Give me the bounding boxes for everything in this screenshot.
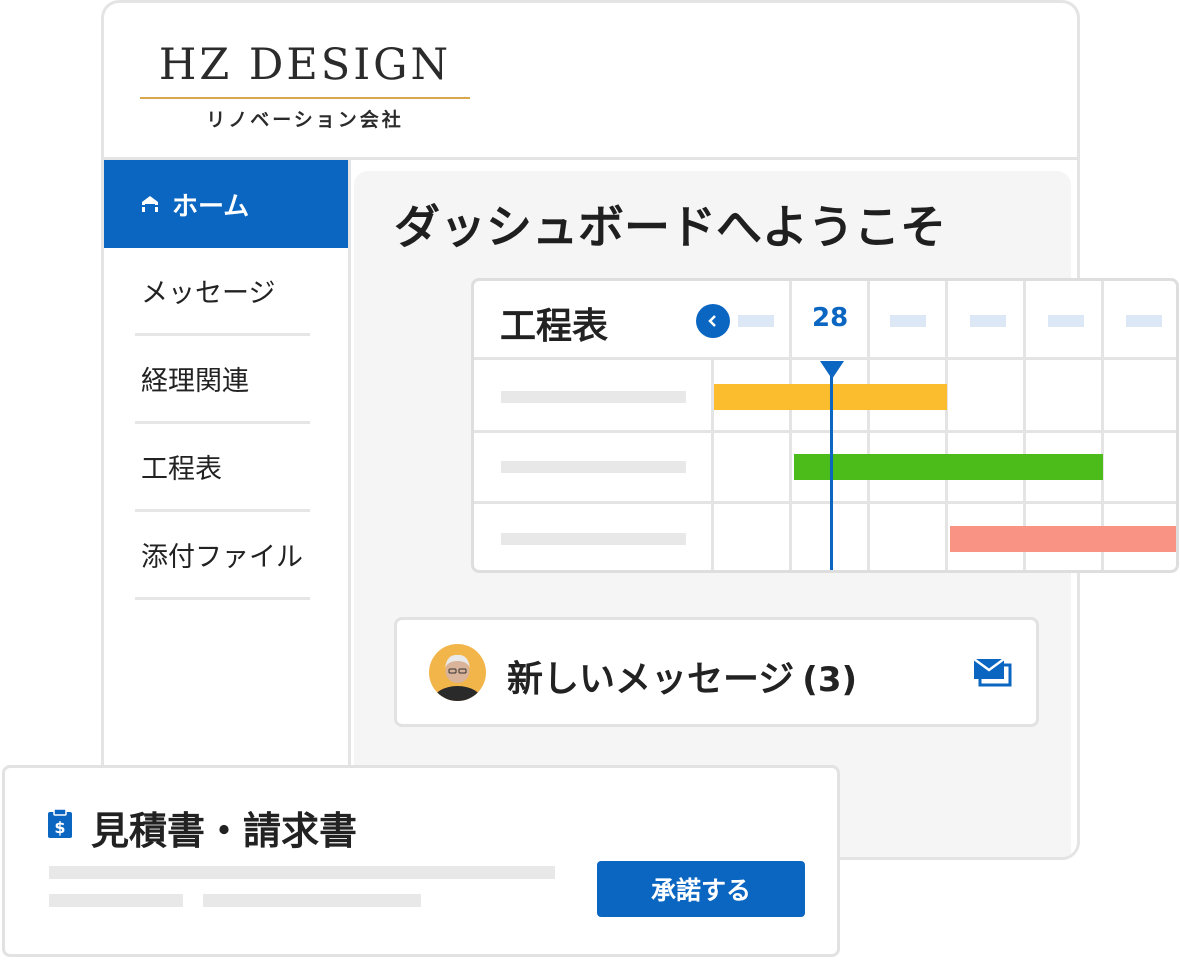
sidebar: ホーム メッセージ 経理関連 工程表 添付ファイル [104,160,351,857]
brand-logo[interactable]: HZ DESIGN リノベーション会社 [140,39,470,132]
today-marker-line [830,371,833,570]
brand-subtitle: リノベーション会社 [206,109,404,131]
date-placeholder [970,315,1006,327]
home-icon [142,196,158,212]
task-name-placeholder [501,461,686,473]
sidebar-item-accounting[interactable]: 経理関連 [135,336,310,424]
current-date: 28 [812,303,849,333]
estimate-title: 見積書・請求書 [91,809,358,853]
new-messages-label: 新しいメッセージ (3) [507,659,858,700]
sidebar-item-schedule[interactable]: 工程表 [135,424,310,512]
schedule-column-divider [867,281,870,570]
schedule-title: 工程表 [500,306,609,347]
date-placeholder [1048,315,1084,327]
schedule-header-divider [474,357,1176,360]
sidebar-item-messages[interactable]: メッセージ [135,248,310,336]
schedule-column-divider [789,281,792,570]
date-placeholder [890,315,926,327]
page-title: ダッシュボードへようこそ [394,200,946,254]
new-messages-card[interactable]: 新しいメッセージ (3) [394,617,1039,727]
schedule-card: 工程表 28 [471,278,1179,573]
brand-name: HZ DESIGN [158,40,452,90]
task-name-placeholder [501,533,686,545]
date-placeholder [1126,315,1162,327]
task-bar[interactable] [950,526,1176,552]
schedule-row-divider [474,501,1176,504]
task-bar[interactable] [794,454,1103,480]
avatar [429,644,486,701]
schedule-row-divider [474,430,1176,433]
sidebar-item-attachments[interactable]: 添付ファイル [135,512,310,600]
schedule-column-divider [945,281,948,570]
text-placeholder [49,894,183,907]
today-marker-icon [820,361,844,379]
invoice-icon: $ [48,808,72,838]
date-placeholder [738,315,774,327]
task-name-placeholder [501,391,686,403]
message-count: (3) [802,660,858,700]
text-placeholder [49,866,555,879]
approve-button[interactable]: 承諾する [597,861,805,917]
sidebar-item-label: ホーム [172,191,250,222]
brand-divider [140,97,470,99]
estimate-invoice-card: $ 見積書・請求書 承諾する [2,765,840,957]
sidebar-item-home[interactable]: ホーム [104,160,348,248]
chevron-left-icon[interactable] [696,304,730,338]
mail-icon[interactable] [972,655,1014,689]
svg-text:$: $ [54,818,65,837]
text-placeholder [203,894,421,907]
